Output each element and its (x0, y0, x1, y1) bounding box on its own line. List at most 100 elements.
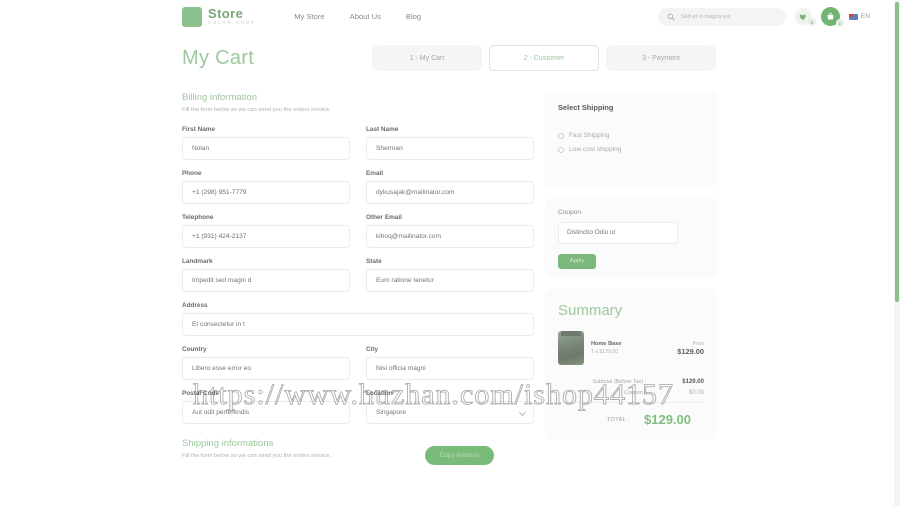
address-input[interactable] (182, 313, 534, 336)
shipping-section-subtitle: Fill the form below so we can send you t… (182, 453, 331, 459)
phone-input[interactable] (182, 181, 350, 204)
shipping-section-text: Shipping informations Fill the form belo… (182, 438, 425, 472)
landmark-label: Landmark (182, 258, 213, 265)
shipping-option-low-cost[interactable]: Low cost shipping (558, 146, 704, 153)
site-header: Store SOLAR SHOP My Store About Us Blog … (0, 0, 894, 33)
state-label: State (366, 258, 382, 265)
summary-line-item: Home Base 1 x $129.00 Price $129.00 (558, 331, 704, 365)
nav-item-about-us[interactable]: About Us (350, 12, 381, 21)
coupon-label: Coupon (558, 209, 582, 216)
field-email: Email (366, 170, 534, 204)
form-row-postal-location: Postal Code Location (182, 390, 534, 424)
product-name: Home Base (591, 341, 622, 347)
page-title: My Cart (182, 46, 255, 69)
form-row-alt-contact: Telephone Other Email (182, 214, 534, 248)
language-selector[interactable]: EN (848, 13, 870, 20)
wishlist-button[interactable]: 0 (794, 8, 816, 26)
field-other-email: Other Email (366, 214, 534, 248)
summary-title: Summary (558, 302, 623, 319)
form-row-landmark-state: Landmark State (182, 258, 534, 292)
page-scrollbar[interactable] (894, 0, 900, 506)
summary-totals: Subtotal (Before Tax) : $129.00 Coupon :… (558, 379, 704, 427)
billing-section-title: Billing information (182, 92, 257, 103)
subtotal-value: $129.00 (682, 379, 704, 385)
shipping-option-fast[interactable]: Fast Shipping (558, 132, 704, 139)
location-label: Location (366, 390, 393, 397)
product-image (558, 331, 584, 365)
checkout-sidebar: Select Shipping Fast Shipping Low cost s… (545, 92, 717, 451)
field-location: Location (366, 390, 534, 424)
site-logo[interactable]: Store SOLAR SHOP (182, 6, 256, 27)
step-payment[interactable]: 3 - Payment (606, 45, 716, 71)
field-last-name: Last Name (366, 126, 534, 160)
search-placeholder: Sed et in magna est (680, 13, 731, 20)
nav-item-my-store[interactable]: My Store (294, 12, 324, 21)
logo-text: Store SOLAR SHOP (208, 7, 256, 25)
language-code: EN (860, 13, 870, 20)
radio-icon (558, 146, 564, 153)
apply-coupon-button[interactable]: Apply (558, 253, 596, 269)
landmark-input[interactable] (182, 269, 350, 292)
step-customer[interactable]: 2 - Customer (489, 45, 599, 71)
field-landmark: Landmark (182, 258, 350, 292)
field-city: City (366, 346, 534, 380)
copy-address-button[interactable]: Copy Address (425, 446, 494, 465)
location-select-wrapper (366, 401, 534, 424)
main-nav: My Store About Us Blog (294, 12, 421, 21)
postal-code-input[interactable] (182, 401, 350, 424)
shipping-options: Fast Shipping Low cost shipping (558, 132, 704, 153)
billing-form: Billing information Fill the form below … (182, 92, 534, 472)
city-label: City (366, 346, 379, 353)
form-row-country-city: Country City (182, 346, 534, 380)
first-name-label: First Name (182, 126, 216, 133)
flag-icon (848, 13, 858, 20)
telephone-label: Telephone (182, 214, 214, 221)
grand-total-row: TOTAL : $129.00 (558, 402, 704, 427)
country-input[interactable] (182, 357, 350, 380)
other-email-input[interactable] (366, 225, 534, 248)
field-postal-code: Postal Code (182, 390, 350, 424)
logo-mark-icon (182, 6, 202, 27)
heart-glyph-icon (800, 14, 807, 20)
form-row-address: Address (182, 302, 534, 336)
field-telephone: Telephone (182, 214, 350, 248)
product-price: Price $129.00 (677, 341, 704, 356)
first-name-input[interactable] (182, 137, 350, 160)
form-row-names: First Name Last Name (182, 126, 534, 160)
radio-icon (558, 132, 564, 139)
product-info: Home Base 1 x $129.00 (591, 341, 670, 355)
field-state: State (366, 258, 534, 292)
shipping-section-header: Shipping informations Fill the form belo… (182, 438, 534, 472)
email-label: Email (366, 170, 384, 177)
logo-title: Store (208, 6, 244, 22)
form-row-contact: Phone Email (182, 170, 534, 204)
step-my-cart[interactable]: 1 - My Cart (372, 45, 482, 71)
price-value: $129.00 (677, 346, 704, 356)
bag-glyph-icon (827, 12, 834, 20)
search-input[interactable]: Sed et in magna est (657, 7, 786, 26)
phone-label: Phone (182, 170, 202, 177)
checkout-page: Store SOLAR SHOP My Store About Us Blog … (0, 0, 900, 506)
logo-subtitle: SOLAR SHOP (208, 20, 257, 26)
shipping-option-low-cost-label: Low cost shipping (569, 146, 622, 153)
subtotal-row: Subtotal (Before Tax) : $129.00 (558, 379, 704, 385)
grand-total-value: $129.00 (644, 412, 691, 427)
cart-count-badge: 1 (835, 19, 844, 27)
shipping-option-fast-label: Fast Shipping (569, 132, 610, 139)
wishlist-count-badge: 0 (807, 18, 816, 26)
city-input[interactable] (366, 357, 534, 380)
location-select[interactable] (366, 401, 534, 424)
country-label: Country (182, 346, 207, 353)
last-name-input[interactable] (366, 137, 534, 160)
field-address: Address (182, 302, 534, 336)
scrollbar-thumb[interactable] (895, 2, 899, 302)
telephone-input[interactable] (182, 225, 350, 248)
state-input[interactable] (366, 269, 534, 292)
nav-item-blog[interactable]: Blog (406, 12, 421, 21)
billing-section-subtitle: Fill the form below so we can send you t… (182, 107, 331, 113)
address-label: Address (182, 302, 208, 309)
cart-button[interactable]: 1 (820, 7, 844, 27)
coupon-input[interactable] (558, 221, 678, 244)
field-country: Country (182, 346, 350, 380)
email-input[interactable] (366, 181, 534, 204)
